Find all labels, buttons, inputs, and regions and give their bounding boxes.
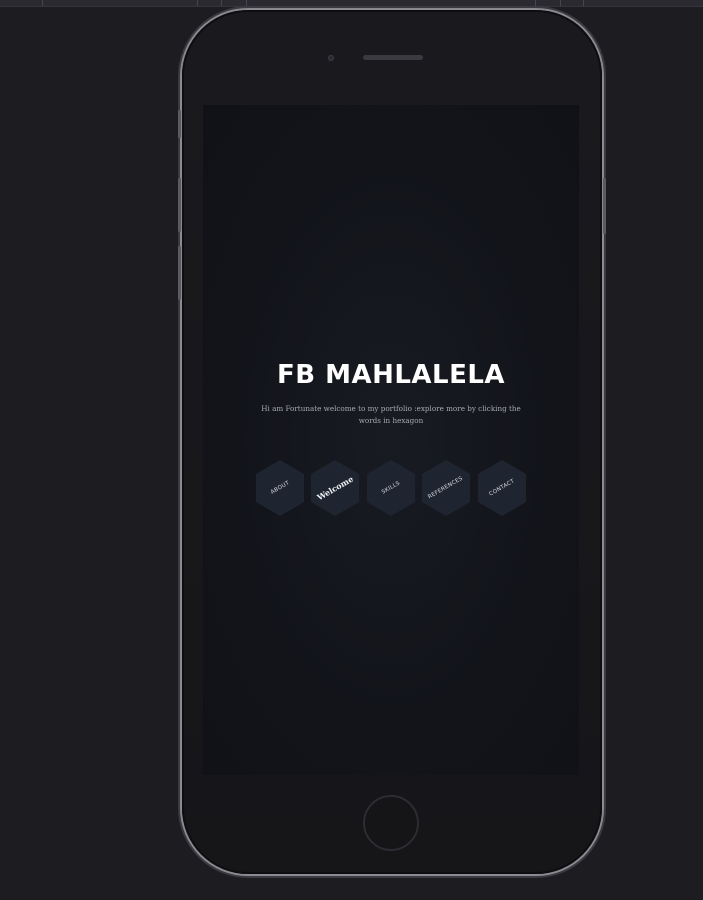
hexagon-label: CONTACT	[488, 478, 516, 498]
hexagon-welcome[interactable]: Welcome	[311, 460, 359, 516]
earpiece-speaker	[363, 55, 423, 60]
hexagon-label: SKILLS	[380, 480, 402, 496]
page-title: FB MAHLALELA	[276, 360, 506, 390]
hexagon-references[interactable]: REFERENCES	[422, 460, 470, 516]
phone-mockup: FB MAHLALELA Hi am Fortunate welcome to …	[178, 10, 606, 874]
intro-text: Hi am Fortunate welcome to my portfolio …	[261, 404, 521, 425]
top-bar-divider	[560, 0, 561, 6]
hexagon-label: ABOUT	[269, 480, 291, 496]
top-bar-divider	[246, 0, 247, 6]
hexagon-skills[interactable]: SKILLS	[367, 460, 415, 516]
top-bar-divider	[583, 0, 584, 6]
hexagon-label: Welcome	[315, 473, 355, 503]
hexagon-about[interactable]: ABOUT	[256, 460, 304, 516]
power-button	[603, 178, 606, 234]
top-bar-divider	[535, 0, 536, 6]
phone-screen: FB MAHLALELA Hi am Fortunate welcome to …	[203, 105, 579, 775]
hexagon-label: REFERENCES	[427, 475, 465, 501]
volume-down-button	[178, 246, 181, 300]
hexagon-nav: ABOUT Welcome SKILLS REFERENCES CONTACT	[256, 460, 536, 516]
home-button	[363, 795, 419, 851]
hexagon-contact[interactable]: CONTACT	[478, 460, 526, 516]
top-bar-divider	[42, 0, 43, 6]
front-camera-icon	[328, 55, 334, 61]
top-bar-divider	[197, 0, 198, 6]
top-bar-divider	[221, 0, 222, 6]
volume-up-button	[178, 178, 181, 232]
browser-top-bar	[0, 0, 703, 7]
mute-switch	[178, 110, 181, 138]
